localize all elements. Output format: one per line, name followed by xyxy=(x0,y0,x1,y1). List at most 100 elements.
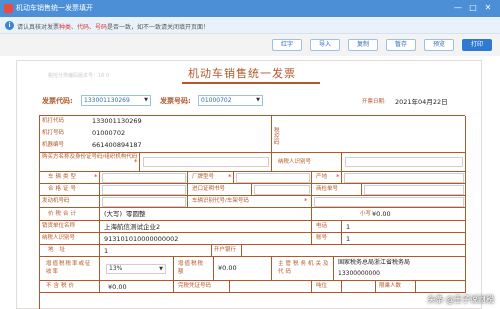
required-mark: * xyxy=(228,173,232,181)
authority-code: 13300000000 xyxy=(338,270,380,277)
buyer-input[interactable] xyxy=(143,157,269,167)
cert-label-cell: 合格证号 xyxy=(40,184,100,196)
vat-rate-label-cell: 增值税税率或征收率 xyxy=(40,257,100,281)
info-icon: i xyxy=(5,21,14,30)
model-input[interactable] xyxy=(236,173,310,183)
copy-button[interactable]: 复制 xyxy=(348,39,378,51)
import-cert-value-cell[interactable] xyxy=(252,184,312,196)
phone-value[interactable]: 1 xyxy=(346,222,350,232)
tax-control-cell: 税控码 xyxy=(272,116,466,153)
chevron-down-icon: ▼ xyxy=(144,97,148,103)
vehicle-type-value-cell[interactable] xyxy=(100,172,188,184)
preview-button[interactable]: 预览 xyxy=(424,39,454,51)
vin-input[interactable] xyxy=(314,197,464,207)
account-value[interactable]: 1 xyxy=(346,234,350,244)
origin-input[interactable] xyxy=(344,173,464,183)
notice-bar: i 请认真核对发票种类、代码、号码是否一致，如不一致请关闭填开页面！ xyxy=(0,17,500,34)
save-draft-button[interactable]: 暂存 xyxy=(386,39,416,51)
invoice-code-select[interactable]: 133001130269 ▼ xyxy=(81,95,151,106)
machine-info-cell: 机打代码 133001130269 机打号码 01000702 机器编号 661… xyxy=(40,116,272,153)
pretax-label: 不含税价 xyxy=(46,283,77,289)
origin-label-cell: 产地 * xyxy=(312,172,342,184)
machine-code-label: 机打代码 xyxy=(42,118,65,124)
notice-codes: 种类、代码、号码 xyxy=(59,24,108,31)
machine-id-value: 661400894187 xyxy=(92,141,142,149)
phone-label-cell: 电话 xyxy=(312,221,342,233)
origin-value-cell[interactable] xyxy=(342,172,466,184)
address-value[interactable]: 1 xyxy=(104,246,108,256)
pretax-value-cell[interactable]: ¥0.00 xyxy=(100,281,174,293)
inspection-label-cell: 商检单号 xyxy=(312,184,362,196)
red-invoice-button[interactable]: 红字 xyxy=(272,39,302,51)
seller-label: 销货单位名称 xyxy=(42,223,76,229)
seller-taxid-value[interactable]: 913101010000000002 xyxy=(104,234,178,244)
buyer-taxid-input[interactable] xyxy=(345,157,463,167)
tax-cert-label: 完税凭证号码 xyxy=(178,283,212,289)
total-words-prefix: (大写) xyxy=(104,210,123,218)
buyer-taxid-value-cell[interactable] xyxy=(342,153,466,172)
seller-taxid-value-cell[interactable]: 913101010000000002 xyxy=(100,233,312,245)
vin-label: 车辆识别代号/车架号码 xyxy=(192,198,249,204)
required-mark: * xyxy=(134,158,138,166)
pretax-label-cell: 不含税价 xyxy=(40,281,100,293)
tonnage-label-cell: 吨位 xyxy=(312,281,342,293)
invoice-number-value: 01000702 xyxy=(201,97,232,104)
pretax-value[interactable]: ¥0.00 xyxy=(108,282,127,292)
passengers-value-cell[interactable] xyxy=(416,281,466,293)
authority-label: 主管税务机关及代码 xyxy=(278,261,331,275)
machine-code-value: 133001130269 xyxy=(92,117,142,125)
engine-label: 发动机号码 xyxy=(42,198,70,204)
engine-value-cell[interactable] xyxy=(100,196,188,208)
version-watermark: 税控分类编码版本号：16.0 xyxy=(48,73,110,79)
vat-rate-value-cell[interactable]: 13% ▼ xyxy=(100,257,174,281)
vat-rate-select[interactable]: 13% ▼ xyxy=(106,264,166,274)
cert-input[interactable] xyxy=(102,185,186,195)
date-label: 开票日期: xyxy=(362,99,386,105)
print-button[interactable]: 打印 xyxy=(462,39,492,51)
seller-value-cell[interactable]: 上海航信测试企业2 xyxy=(100,221,312,233)
tax-cert-value-cell[interactable] xyxy=(230,281,312,293)
invoice-number-select[interactable]: 01000702 ▼ xyxy=(198,95,263,106)
machine-number-value: 01000702 xyxy=(92,129,126,137)
authority-name: 国家税务总局浙江省税务局 xyxy=(338,259,411,266)
model-value-cell[interactable] xyxy=(234,172,312,184)
required-mark: * xyxy=(336,173,340,181)
vat-amount-label: 增值税税额 xyxy=(178,261,205,275)
total-small-value: ¥0.00 xyxy=(372,210,391,218)
vat-amount-label-cell: 增值税税额 xyxy=(174,257,214,281)
import-cert-label: 进口证明书号 xyxy=(192,186,226,192)
authority-value-cell: 国家税务总局浙江省税务局 13300000000 xyxy=(334,257,466,281)
cert-value-cell[interactable] xyxy=(100,184,188,196)
vin-value-cell[interactable] xyxy=(312,196,466,208)
address-value-cell[interactable]: 1 xyxy=(100,245,212,257)
inspection-input[interactable] xyxy=(364,185,464,195)
seller-taxid-label: 纳税人识别号 xyxy=(42,235,76,241)
total-label: 价税合计 xyxy=(48,211,79,217)
import-cert-input[interactable] xyxy=(254,185,310,195)
tonnage-value-cell[interactable] xyxy=(342,281,376,293)
vehicle-type-input[interactable] xyxy=(102,173,186,183)
vat-rate-value: 13% xyxy=(109,265,123,272)
minimize-icon[interactable]: — xyxy=(452,2,464,14)
maximize-icon[interactable]: □ xyxy=(467,2,479,14)
seller-value[interactable]: 上海航信测试企业2 xyxy=(104,222,160,232)
account-value-cell[interactable]: 1 xyxy=(342,233,466,245)
bank-value-cell[interactable] xyxy=(242,245,466,257)
phone-value-cell[interactable]: 1 xyxy=(342,221,466,233)
vehicle-type-label: 车辆类型 xyxy=(48,174,79,180)
vat-amount-value: ¥0.00 xyxy=(218,264,237,272)
inspection-value-cell[interactable] xyxy=(362,184,466,196)
engine-input[interactable] xyxy=(102,197,186,207)
buyer-taxid-label-cell: 纳税人识别号 xyxy=(272,153,342,172)
buyer-value-cell[interactable] xyxy=(140,153,272,172)
invoice-code-value: 133001130269 xyxy=(84,97,130,104)
invoice-table: 机打代码 133001130269 机打号码 01000702 机器编号 661… xyxy=(39,115,466,309)
close-icon[interactable]: ✕ xyxy=(482,2,494,14)
import-button[interactable]: 导入 xyxy=(310,39,340,51)
date-value: 2021年04月22日 xyxy=(395,98,448,106)
tax-control-label: 税控码 xyxy=(274,128,280,146)
corner-watermark: 头条 @王子说财税 xyxy=(427,295,494,304)
tonnage-label: 吨位 xyxy=(316,283,328,289)
authority-label-cell: 主管税务机关及代码 xyxy=(272,257,334,281)
cert-label: 合格证号 xyxy=(48,186,79,192)
